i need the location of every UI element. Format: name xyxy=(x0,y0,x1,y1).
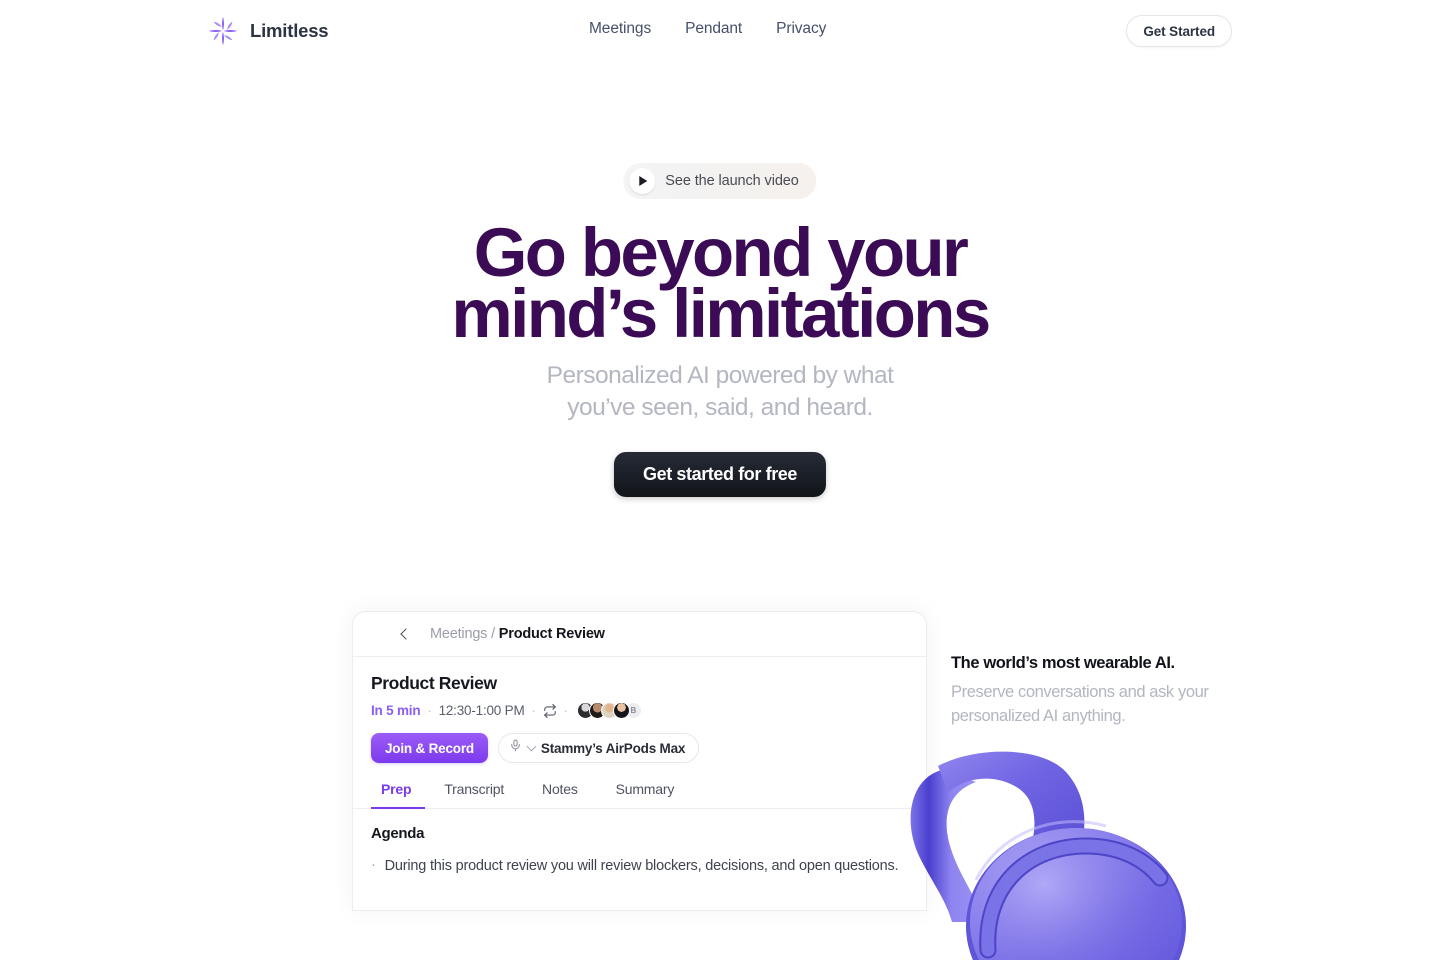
limitless-star-logo-icon xyxy=(208,16,238,46)
microphone-icon xyxy=(509,739,522,757)
attendee-avatars[interactable]: B xyxy=(576,702,642,719)
brand-logo-link[interactable]: Limitless xyxy=(208,16,329,46)
hero-subtitle: Personalized AI powered by what you’ve s… xyxy=(0,360,1440,424)
wearable-ai-callout: The world’s most wearable AI. Preserve c… xyxy=(951,651,1221,728)
callout-subtitle: Preserve conversations and ask your pers… xyxy=(951,683,1209,725)
app-body: Product Review In 5 min · 12:30-1:00 PM … xyxy=(353,657,926,877)
app-topbar: Meetings / Product Review xyxy=(353,612,926,657)
join-and-record-button[interactable]: Join & Record xyxy=(371,733,488,763)
meta-separator-1: · xyxy=(427,703,432,718)
play-icon xyxy=(629,168,656,194)
nav-link-pendant[interactable]: Pendant xyxy=(668,20,759,38)
nav-link-privacy[interactable]: Privacy xyxy=(759,20,843,38)
airpods-max-product-image xyxy=(880,700,1300,965)
see-launch-video-button[interactable]: See the launch video xyxy=(623,163,817,199)
page-title: Go beyond your mind’s limitations xyxy=(0,218,1440,352)
top-navigation: Limitless Meetings Pendant Privacy Get S… xyxy=(0,0,1440,62)
meeting-tabs: Prep Transcript Notes Summary xyxy=(353,781,926,809)
meeting-title: Product Review xyxy=(371,673,497,693)
bullet-icon: · xyxy=(371,857,376,873)
tab-transcript[interactable]: Transcript xyxy=(425,781,523,808)
tab-notes[interactable]: Notes xyxy=(523,781,597,808)
brand-name: Limitless xyxy=(250,20,329,41)
agenda-heading: Agenda xyxy=(371,825,425,842)
audio-device-label: Stammy’s AirPods Max xyxy=(540,740,686,756)
subtitle-line-2: you’ve seen, said, and heard. xyxy=(567,394,873,421)
meta-separator-3: · xyxy=(563,703,568,718)
tab-prep[interactable]: Prep xyxy=(371,781,426,809)
agenda-section: Agenda · During this product review you … xyxy=(371,809,908,877)
nav-links: Meetings Pendant Privacy xyxy=(589,20,843,38)
meta-separator-2: · xyxy=(531,703,536,718)
chevron-down-icon xyxy=(526,741,537,752)
avatar xyxy=(612,702,630,719)
meeting-starts-in: In 5 min xyxy=(371,703,421,718)
headline-line-2: mind’s limitations xyxy=(451,275,991,352)
meeting-meta: In 5 min · 12:30-1:00 PM · · B xyxy=(371,702,908,719)
chevron-left-icon[interactable] xyxy=(399,628,412,640)
see-launch-video-label: See the launch video xyxy=(665,173,799,189)
tab-summary[interactable]: Summary xyxy=(597,781,694,808)
repeat-icon xyxy=(543,703,557,718)
subtitle-line-1: Personalized AI powered by what xyxy=(546,362,894,389)
callout-title: The world’s most wearable AI. xyxy=(951,654,1175,672)
audio-device-selector[interactable]: Stammy’s AirPods Max xyxy=(497,733,700,763)
breadcrumb-current: Product Review xyxy=(498,626,605,642)
meeting-actions: Join & Record Stammy’s AirPods Max xyxy=(371,733,908,763)
meeting-time-range: 12:30-1:00 PM xyxy=(438,703,525,718)
app-preview-card: Meetings / Product Review Product Review… xyxy=(352,611,927,911)
list-item: · During this product review you will re… xyxy=(371,855,908,877)
breadcrumb-separator: / xyxy=(491,626,495,642)
agenda-item-text: During this product review you will revi… xyxy=(384,858,899,874)
breadcrumb: Meetings / Product Review xyxy=(430,626,605,642)
agenda-list: · During this product review you will re… xyxy=(371,855,908,877)
breadcrumb-parent[interactable]: Meetings xyxy=(430,626,487,642)
nav-link-meetings[interactable]: Meetings xyxy=(589,20,668,38)
hamburger-icon[interactable] xyxy=(371,630,387,638)
get-started-button[interactable]: Get Started xyxy=(1126,15,1232,47)
get-started-for-free-button[interactable]: Get started for free xyxy=(613,452,827,497)
